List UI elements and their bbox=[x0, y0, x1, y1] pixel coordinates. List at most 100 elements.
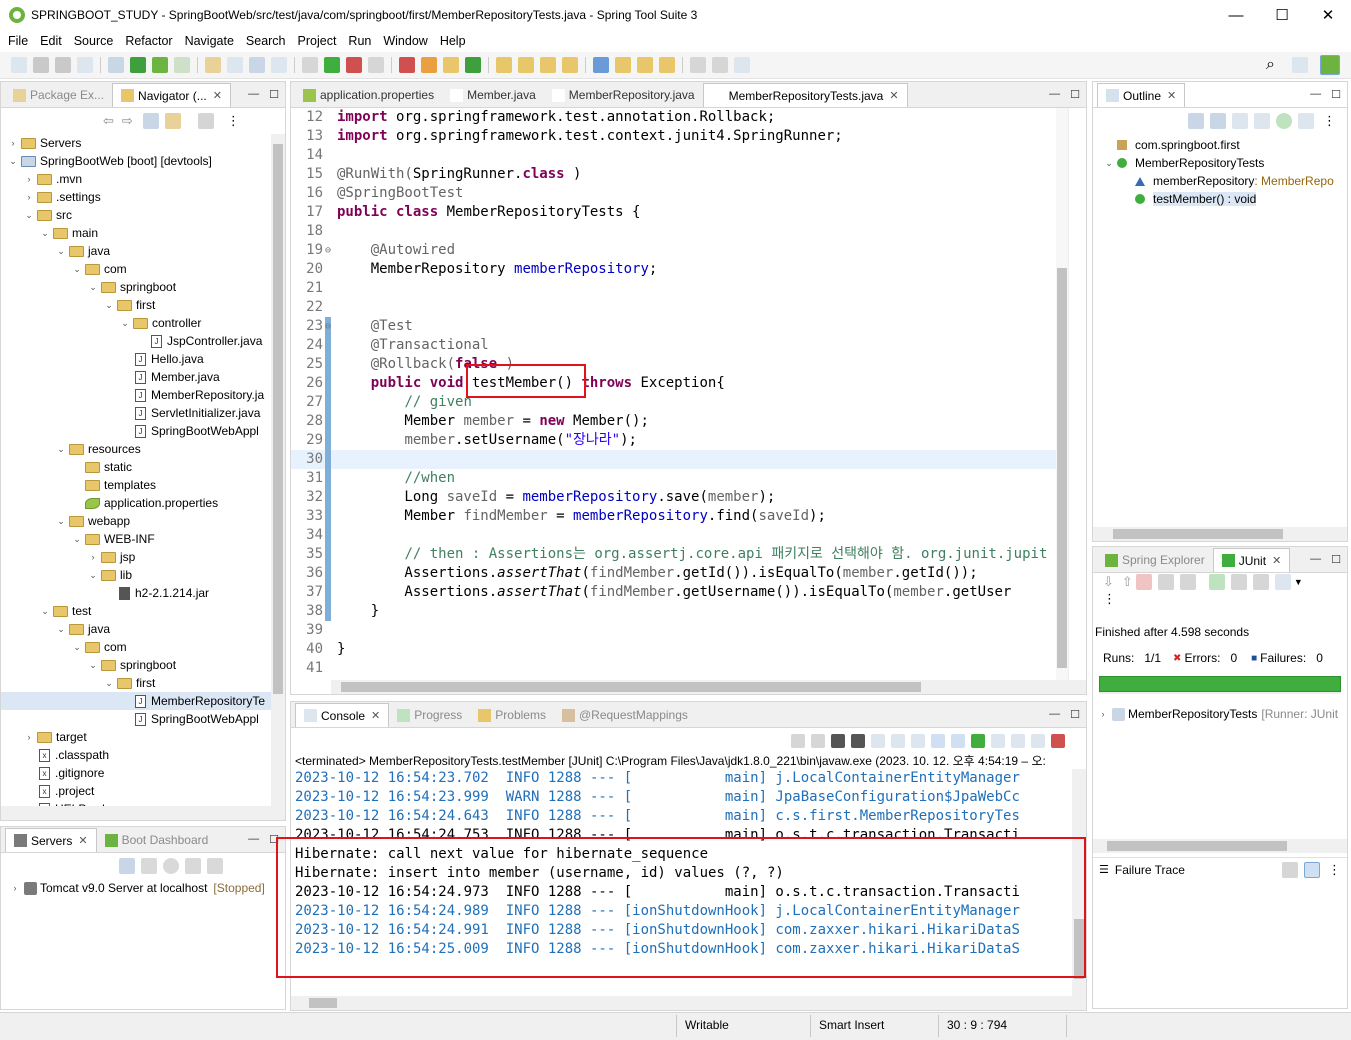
tree-item-jsp[interactable]: › jsp bbox=[1, 548, 271, 566]
console-toolbar-icon[interactable] bbox=[951, 734, 965, 748]
maximize-icon[interactable]: ☐ bbox=[269, 88, 279, 101]
compare-icon[interactable] bbox=[1282, 861, 1298, 878]
layout-icon[interactable] bbox=[1179, 573, 1196, 590]
toolbar-button-icon[interactable] bbox=[690, 57, 706, 73]
toolbar-button-icon[interactable] bbox=[33, 57, 49, 73]
editor-hscroll-thumb[interactable] bbox=[341, 682, 921, 692]
open-perspective-icon[interactable] bbox=[1292, 57, 1308, 73]
editor-scroll-thumb[interactable] bbox=[1057, 268, 1067, 668]
tree-item-project[interactable]: x .project bbox=[1, 782, 271, 800]
expand-icon[interactable]: › bbox=[9, 883, 21, 893]
tree-item-lib[interactable]: ⌄ lib bbox=[1, 566, 271, 584]
maximize-button[interactable]: ☐ bbox=[1259, 0, 1305, 30]
toolbar-button-icon[interactable] bbox=[659, 57, 675, 73]
toolbar-button-icon[interactable] bbox=[152, 57, 168, 73]
outline-hscroll-thumb[interactable] bbox=[1113, 529, 1283, 539]
close-tab-icon[interactable]: ✕ bbox=[213, 89, 222, 102]
maximize-icon[interactable]: ☐ bbox=[1070, 708, 1080, 721]
expand-icon[interactable]: ⌄ bbox=[71, 264, 83, 275]
expand-icon[interactable]: ⌄ bbox=[55, 444, 67, 455]
menu-edit[interactable]: Edit bbox=[34, 34, 68, 48]
stop-icon[interactable] bbox=[1252, 573, 1269, 590]
tree-item-memberrepositoryte[interactable]: J MemberRepositoryTe bbox=[1, 692, 271, 710]
tree-item-webapp[interactable]: ⌄ webapp bbox=[1, 512, 271, 530]
menu-project[interactable]: Project bbox=[292, 34, 343, 48]
spring-perspective-icon[interactable] bbox=[1320, 55, 1340, 75]
tree-item-h2-2-1-214-jar[interactable]: h2-2.1.214.jar bbox=[1, 584, 271, 602]
expand-icon[interactable]: ⌄ bbox=[23, 210, 35, 221]
menu-refactor[interactable]: Refactor bbox=[119, 34, 178, 48]
expand-icon[interactable]: ⌄ bbox=[55, 624, 67, 635]
minimize-button[interactable]: — bbox=[1213, 0, 1259, 30]
tab-memberrepositorytests-java[interactable]: MemberRepositoryTests.java ✕ bbox=[702, 83, 908, 107]
expand-icon[interactable]: › bbox=[7, 138, 19, 148]
console-horizontal-scrollbar[interactable] bbox=[291, 996, 1086, 1010]
tree-item-com[interactable]: ⌄ com bbox=[1, 638, 271, 656]
filter-icon[interactable] bbox=[197, 113, 214, 129]
minimize-icon[interactable]: — bbox=[248, 833, 259, 846]
tree-item-target[interactable]: › target bbox=[1, 728, 271, 746]
toolbar-button-icon[interactable] bbox=[324, 57, 340, 73]
tree-item-main[interactable]: ⌄ main bbox=[1, 224, 271, 242]
maximize-icon[interactable]: ☐ bbox=[1070, 88, 1080, 101]
tab-member-java[interactable]: Member.java bbox=[442, 83, 544, 107]
collapse-all-icon[interactable] bbox=[142, 113, 159, 129]
tab-navigator[interactable]: Navigator (... ✕ bbox=[112, 83, 231, 107]
console-output[interactable]: 2023-10-12 16:54:23.702 INFO 1288 --- [ … bbox=[291, 769, 1072, 996]
tab-requestmappings[interactable]: @RequestMappings bbox=[554, 703, 696, 727]
junit-horizontal-scrollbar[interactable] bbox=[1093, 839, 1347, 853]
console-scroll-thumb[interactable] bbox=[1074, 919, 1084, 979]
tree-item-application-properties[interactable]: application.properties bbox=[1, 494, 271, 512]
console-toolbar-icon[interactable] bbox=[851, 734, 865, 748]
history-dropdown-icon[interactable]: ▼ bbox=[1294, 577, 1303, 587]
tree-item-first[interactable]: ⌄ first bbox=[1, 674, 271, 692]
collapse-all-icon[interactable] bbox=[1188, 113, 1204, 129]
sort-icon[interactable] bbox=[1210, 113, 1226, 129]
toolbar-button-icon[interactable] bbox=[465, 57, 481, 73]
hide-nonpublic-icon[interactable] bbox=[1276, 113, 1292, 129]
expand-icon[interactable]: ⌄ bbox=[39, 606, 51, 617]
minimize-icon[interactable]: — bbox=[1049, 88, 1060, 101]
tree-item-servers[interactable]: › Servers bbox=[1, 134, 271, 152]
view-menu-icon[interactable]: ⋮ bbox=[1323, 113, 1336, 129]
profile-server-icon[interactable] bbox=[185, 858, 201, 874]
minimize-icon[interactable]: — bbox=[1310, 553, 1321, 566]
toolbar-button-icon[interactable] bbox=[399, 57, 415, 73]
junit-test-row[interactable]: › MemberRepositoryTests [Runner: JUnit bbox=[1097, 707, 1339, 721]
tree-item-mvn[interactable]: › .mvn bbox=[1, 170, 271, 188]
tree-item-src[interactable]: ⌄ src bbox=[1, 206, 271, 224]
expand-icon[interactable]: ⌄ bbox=[87, 570, 99, 581]
server-item[interactable]: › Tomcat v9.0 Server at localhost [Stopp… bbox=[1, 879, 285, 897]
maximize-icon[interactable]: ☐ bbox=[269, 833, 279, 846]
fold-toggle-icon[interactable]: ⊖ bbox=[325, 317, 331, 336]
start-server-icon[interactable] bbox=[163, 858, 179, 874]
tree-item-springboot[interactable]: ⌄ springboot bbox=[1, 656, 271, 674]
editor-horizontal-scrollbar[interactable] bbox=[331, 680, 1086, 694]
filter-stack-icon[interactable] bbox=[1304, 861, 1320, 878]
junit-hscroll-thumb[interactable] bbox=[1107, 841, 1287, 851]
tree-item-classpath[interactable]: x .classpath bbox=[1, 746, 271, 764]
tree-item-springbootwebappl[interactable]: J SpringBootWebAppl bbox=[1, 422, 271, 440]
view-menu-icon[interactable]: ⋮ bbox=[1103, 591, 1347, 607]
tree-item-jspcontroller-java[interactable]: J JspController.java bbox=[1, 332, 271, 350]
next-failure-icon[interactable]: ⇩ bbox=[1103, 574, 1114, 590]
expand-icon[interactable]: › bbox=[87, 552, 99, 562]
toolbar-button-icon[interactable] bbox=[130, 57, 146, 73]
console-toolbar-icon[interactable] bbox=[1011, 734, 1025, 748]
menu-file[interactable]: File bbox=[2, 34, 34, 48]
menu-window[interactable]: Window bbox=[377, 34, 433, 48]
console-vertical-scrollbar[interactable] bbox=[1072, 769, 1086, 996]
forward-icon[interactable]: ⇨ bbox=[122, 113, 133, 129]
console-toolbar-icon[interactable] bbox=[871, 734, 885, 748]
tree-item-static[interactable]: static bbox=[1, 458, 271, 476]
tree-item-settings[interactable]: › .settings bbox=[1, 188, 271, 206]
toolbar-button-icon[interactable] bbox=[227, 57, 243, 73]
rerun-icon[interactable] bbox=[1208, 573, 1225, 590]
tab-outline[interactable]: Outline ✕ bbox=[1097, 83, 1186, 107]
menu-navigate[interactable]: Navigate bbox=[179, 34, 240, 48]
tab-problems[interactable]: Problems bbox=[470, 703, 554, 727]
console-toolbar-icon[interactable] bbox=[931, 734, 945, 748]
view-menu-icon[interactable]: ⋮ bbox=[227, 113, 240, 129]
menu-search[interactable]: Search bbox=[240, 34, 292, 48]
tab-memberrepository-java[interactable]: MemberRepository.java bbox=[544, 83, 703, 107]
